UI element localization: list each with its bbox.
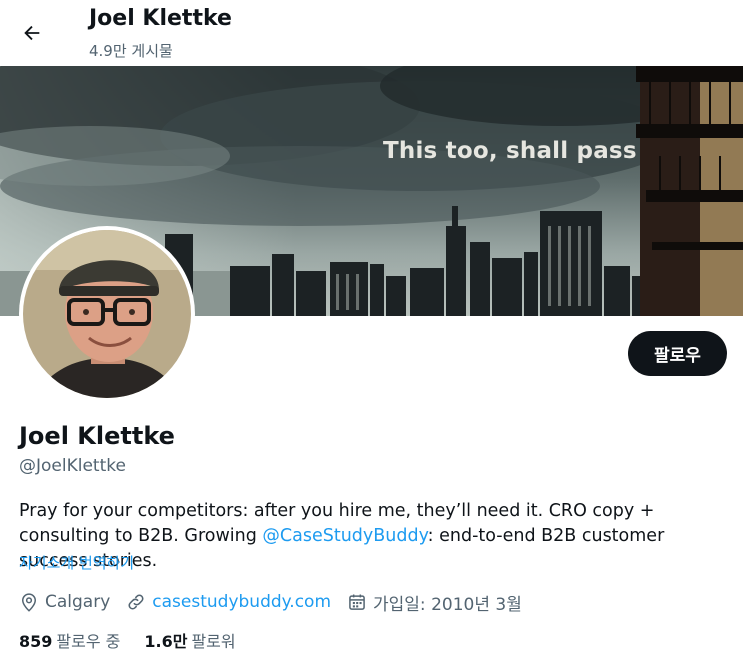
follow-button[interactable]: 팔로우 [628, 331, 727, 376]
website-item[interactable]: casestudybuddy.com [126, 592, 331, 612]
arrow-left-icon [24, 25, 40, 41]
followers-label: 팔로워 [191, 632, 236, 651]
following-link[interactable]: 859 팔로우 중 [19, 628, 120, 652]
joined-date: 가입일: 2010년 3월 [373, 594, 522, 615]
back-button[interactable] [12, 13, 52, 53]
profile-handle: @JoelKlettke [19, 456, 126, 476]
follow-stats: 859 팔로우 중 1.6만 팔로워 [19, 628, 260, 652]
followers-count: 1.6만 [144, 632, 188, 651]
translate-bio-link[interactable]: 자기소개 번역하기 [19, 552, 134, 573]
website-link[interactable]: casestudybuddy.com [152, 592, 331, 612]
location-text: Calgary [45, 592, 111, 612]
following-label: 팔로우 중 [56, 632, 121, 651]
profile-header: Joel Klettke 4.9만 게시물 [0, 0, 743, 66]
profile-name: Joel Klettke [19, 422, 175, 450]
bio-mention-link[interactable]: @CaseStudyBuddy [262, 526, 427, 546]
following-count: 859 [19, 632, 53, 651]
post-count: 4.9만 게시물 [89, 42, 173, 60]
avatar[interactable] [19, 226, 195, 402]
joined-item: 가입일: 2010년 3월 [347, 590, 522, 615]
profile-meta: Calgary casestudybuddy.com 가입일: 2010년 3월 [19, 589, 538, 615]
location-item: Calgary [19, 592, 110, 612]
avatar-photo [23, 230, 191, 398]
calendar-icon [349, 594, 365, 610]
location-pin-icon [21, 593, 37, 612]
followers-link[interactable]: 1.6만 팔로워 [144, 628, 235, 652]
header-title: Joel Klettke [89, 6, 232, 31]
banner-caption: This too, shall pass [383, 138, 637, 164]
link-icon [128, 594, 144, 610]
